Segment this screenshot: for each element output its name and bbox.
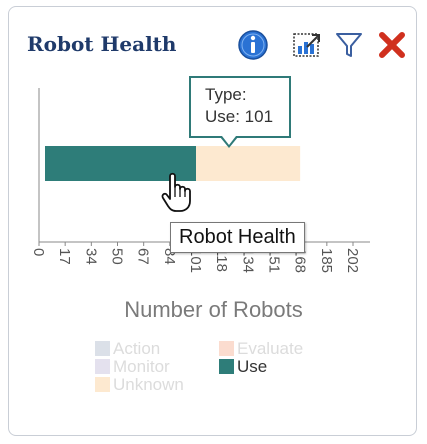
legend-label: Unknown bbox=[113, 375, 184, 394]
hand-cursor-icon bbox=[160, 170, 194, 219]
legend-item-evaluate[interactable]: Evaluate bbox=[219, 340, 303, 358]
legend-label: Action bbox=[113, 339, 161, 358]
legend-swatch bbox=[95, 359, 110, 374]
legend-swatch bbox=[95, 341, 110, 356]
data-tooltip: Type: Use: 101 bbox=[189, 76, 291, 138]
x-tick-label: 50 bbox=[109, 248, 126, 265]
bar-unknown[interactable] bbox=[196, 146, 301, 181]
x-tick-label: 0 bbox=[30, 248, 47, 256]
legend-item-unknown[interactable]: Unknown bbox=[95, 376, 184, 394]
legend-swatch bbox=[219, 359, 234, 374]
robot-health-chart: 0 17 34 50 67 84 101 118 134 151 168 185 202 bbox=[30, 88, 370, 273]
x-tick-label: 202 bbox=[344, 248, 361, 273]
hover-label: Robot Health bbox=[170, 222, 305, 253]
x-tick-label: 185 bbox=[318, 248, 335, 273]
legend-label: Evaluate bbox=[237, 339, 304, 358]
tooltip-value-line: Use: 101 bbox=[205, 107, 274, 126]
tooltip-pointer-fill bbox=[222, 136, 236, 145]
x-tick-label: 67 bbox=[135, 248, 152, 265]
x-tick-label: 34 bbox=[82, 248, 99, 265]
legend-label: Monitor bbox=[113, 357, 170, 376]
legend-swatch bbox=[219, 341, 234, 356]
x-axis-title: Number of Robots bbox=[124, 297, 303, 322]
legend-item-use[interactable]: Use bbox=[219, 358, 267, 376]
legend-swatch bbox=[95, 377, 110, 392]
legend-item-action[interactable]: Action bbox=[95, 340, 160, 358]
legend-label: Use bbox=[237, 357, 268, 376]
tooltip-type-line: Type: bbox=[205, 85, 247, 104]
legend-item-monitor[interactable]: Monitor bbox=[95, 358, 170, 376]
x-tick-label: 17 bbox=[56, 248, 73, 265]
